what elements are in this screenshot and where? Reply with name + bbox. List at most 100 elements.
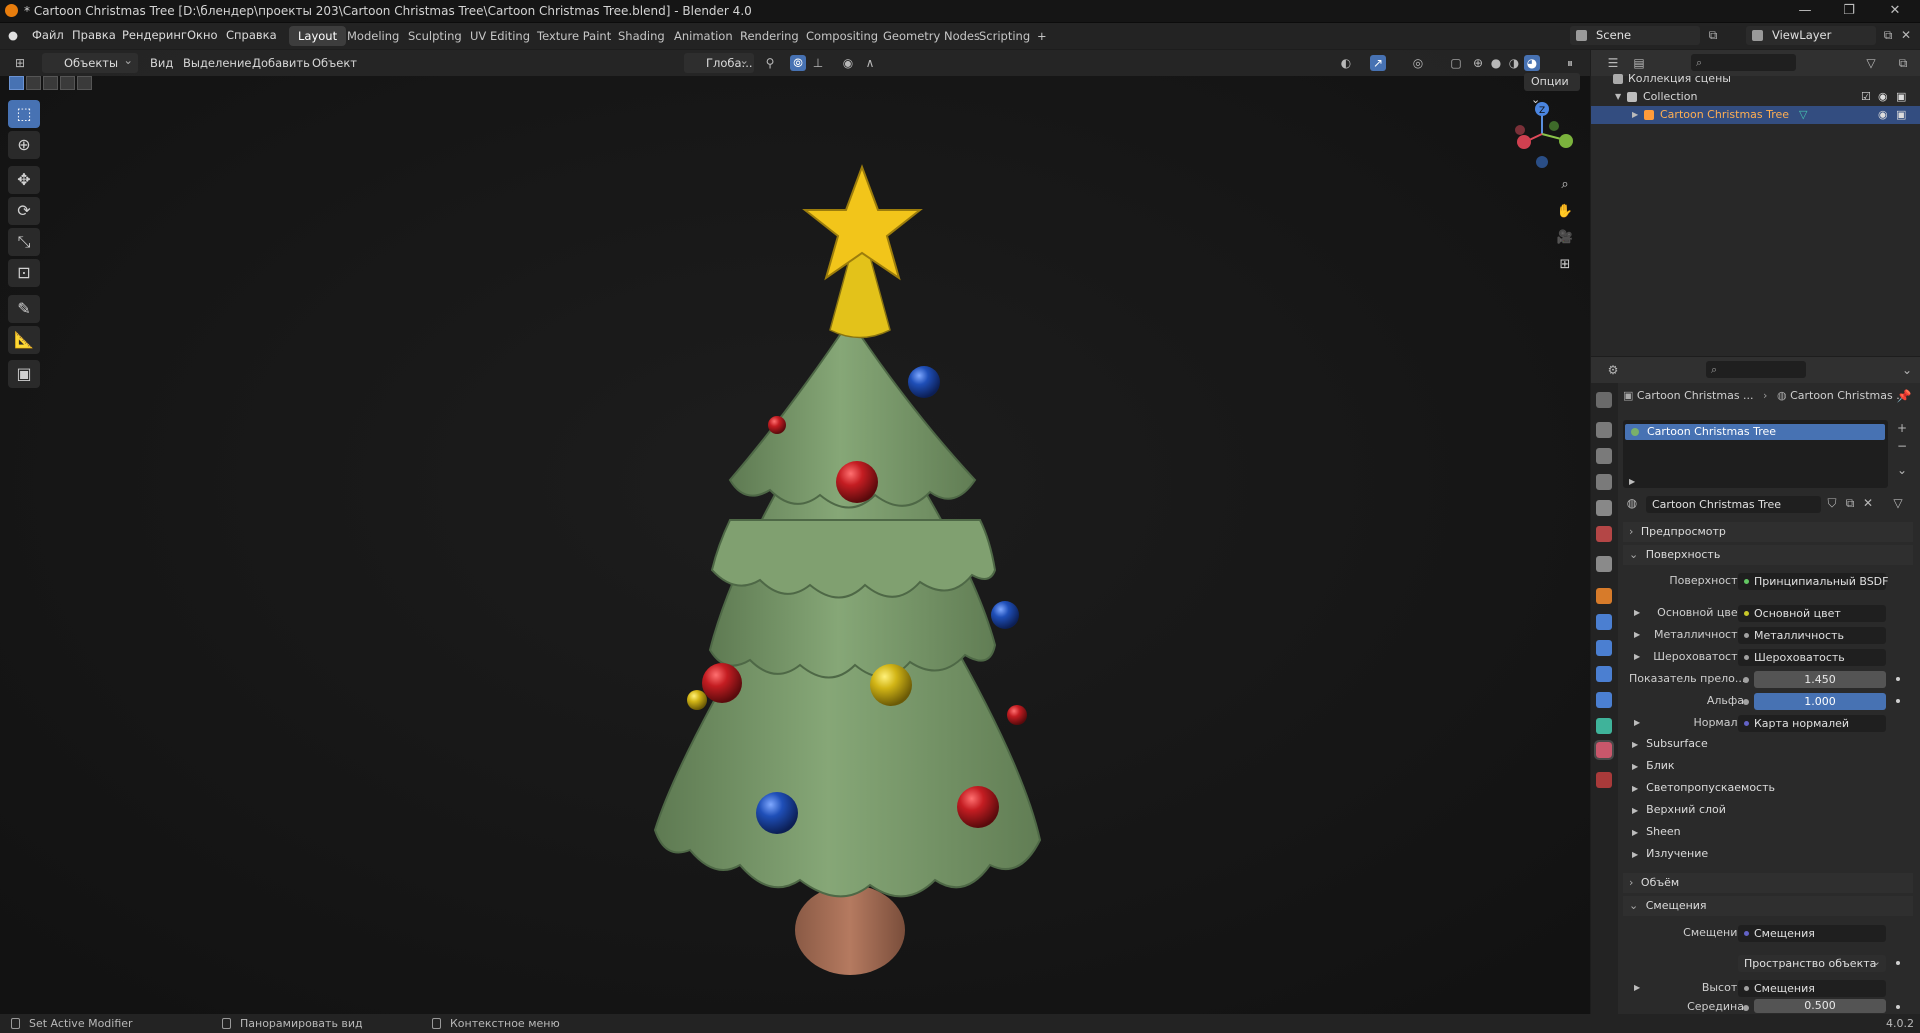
base-color-field[interactable]: Основной цвет bbox=[1738, 605, 1886, 622]
displacement-field[interactable]: Смещения bbox=[1738, 925, 1886, 942]
slot-specials-icon[interactable]: ⌄ bbox=[1894, 462, 1910, 478]
outliner-row-scene-collection[interactable]: Коллекция сцены bbox=[1591, 70, 1920, 88]
camera-view-icon[interactable]: 🎥 bbox=[1554, 227, 1576, 249]
midlevel-input[interactable]: 0.500 bbox=[1754, 999, 1886, 1013]
ior-input[interactable]: 1.450 bbox=[1754, 671, 1886, 688]
outliner-search-input[interactable]: ⌕ bbox=[1691, 54, 1796, 71]
roughness-field[interactable]: Шероховатость bbox=[1738, 649, 1886, 666]
remove-slot-icon[interactable]: − bbox=[1894, 438, 1910, 454]
render-camera-icon[interactable]: ▣ bbox=[1896, 106, 1906, 124]
options-dropdown[interactable]: Опции ⌄ bbox=[1524, 73, 1580, 106]
material-tab-icon[interactable] bbox=[1594, 740, 1614, 760]
snap-icon[interactable]: ⦾ bbox=[790, 55, 806, 71]
browse-material-icon[interactable]: ◍ bbox=[1624, 495, 1640, 511]
scale-icon[interactable]: ⤡ bbox=[8, 228, 40, 256]
add-cube-icon[interactable]: ▣ bbox=[8, 360, 40, 388]
collection-tab-icon[interactable] bbox=[1596, 556, 1612, 572]
wireframe-shading-icon[interactable]: ⊕ bbox=[1470, 55, 1486, 71]
render-tab-icon[interactable] bbox=[1596, 422, 1612, 438]
annotate-icon[interactable]: ✎ bbox=[8, 295, 40, 323]
subsection-sheen[interactable]: ▶ Sheen bbox=[1632, 822, 1920, 842]
output-tab-icon[interactable] bbox=[1596, 448, 1612, 464]
mode-dropdown[interactable]: Объекты bbox=[42, 50, 138, 73]
subsection-emission[interactable]: ▶ Излучение bbox=[1632, 844, 1920, 864]
exclude-checkbox[interactable]: ☑ bbox=[1861, 88, 1871, 106]
select-mode-extend-icon[interactable] bbox=[26, 76, 41, 90]
display-mode-icon[interactable]: ▤ bbox=[1631, 55, 1647, 71]
menu-file[interactable]: Файл bbox=[32, 28, 64, 42]
world-tab-icon[interactable] bbox=[1596, 526, 1612, 542]
particles-tab-icon[interactable] bbox=[1596, 640, 1612, 656]
proportional-edit-icon[interactable]: ◉ bbox=[840, 55, 856, 71]
tab-modeling[interactable]: Modeling bbox=[338, 26, 408, 46]
select-mode-difference-icon[interactable] bbox=[60, 76, 75, 90]
minimize-button[interactable]: — bbox=[1790, 2, 1820, 20]
mesh-data-icon[interactable]: ▽ bbox=[1799, 106, 1807, 124]
space-dropdown[interactable]: Пространство объекта ⌄ bbox=[1738, 955, 1886, 972]
select-mode-new-icon[interactable] bbox=[9, 76, 24, 90]
gizmo-toggle-icon[interactable]: ↗ bbox=[1370, 55, 1386, 71]
keyframe-dot-icon[interactable] bbox=[1896, 699, 1900, 703]
ortho-grid-icon[interactable]: ⊞ bbox=[1554, 254, 1576, 276]
material-shading-icon[interactable]: ◑ bbox=[1506, 55, 1522, 71]
menu-window[interactable]: Окно bbox=[187, 28, 218, 42]
pin-icon[interactable]: 📌 bbox=[1896, 388, 1912, 404]
view-layer-tab-icon[interactable] bbox=[1596, 474, 1612, 490]
rotate-icon[interactable]: ⟳ bbox=[8, 197, 40, 225]
expand-arrow-icon[interactable]: ▶ bbox=[1632, 106, 1638, 124]
height-field[interactable]: Смещения bbox=[1738, 980, 1886, 997]
properties-editor-icon[interactable]: ⚙ bbox=[1605, 362, 1621, 378]
menu-render[interactable]: Рендеринг bbox=[122, 28, 187, 42]
select-mode-subtract-icon[interactable] bbox=[43, 76, 58, 90]
visibility-icon[interactable]: ◐ bbox=[1338, 55, 1354, 71]
scene-selector[interactable]: Scene bbox=[1570, 26, 1700, 45]
fake-user-shield-icon[interactable]: ⛉ bbox=[1824, 495, 1840, 511]
keyframe-dot-icon[interactable] bbox=[1896, 1005, 1900, 1009]
xray-icon[interactable]: ▢ bbox=[1448, 55, 1464, 71]
snap-target-icon[interactable]: ⊥ bbox=[810, 55, 826, 71]
tool-tab-icon[interactable] bbox=[1596, 392, 1612, 408]
menu-help[interactable]: Справка bbox=[226, 28, 277, 42]
section-preview[interactable]: › Предпросмотр bbox=[1623, 522, 1913, 542]
tab-shading[interactable]: Shading bbox=[609, 26, 674, 46]
tab-sculpting[interactable]: Sculpting bbox=[399, 26, 471, 46]
metallic-field[interactable]: Металличность bbox=[1738, 627, 1886, 644]
normal-field[interactable]: Карта нормалей bbox=[1738, 715, 1886, 732]
properties-search-input[interactable]: ⌕ bbox=[1706, 361, 1806, 378]
subsection-subsurface[interactable]: ▶ Subsurface bbox=[1632, 734, 1920, 754]
select-box-icon[interactable]: ⬚ bbox=[8, 100, 40, 128]
subsection-specular[interactable]: ▶ Блик bbox=[1632, 756, 1920, 776]
outliner-editor-icon[interactable]: ☰ bbox=[1605, 55, 1621, 71]
menu-edit[interactable]: Правка bbox=[72, 28, 116, 42]
keyframe-dot-icon[interactable] bbox=[1896, 961, 1900, 965]
overlays-icon[interactable]: ◎ bbox=[1410, 55, 1426, 71]
move-icon[interactable]: ✥ bbox=[8, 166, 40, 194]
mesh-data-tab-icon[interactable] bbox=[1596, 718, 1612, 734]
tab-texture-paint[interactable]: Texture Paint bbox=[528, 26, 620, 46]
alpha-slider[interactable]: 1.000 bbox=[1754, 693, 1886, 710]
subsection-transmission[interactable]: ▶ Светопропускаемость bbox=[1632, 778, 1920, 798]
menu-select[interactable]: Выделение bbox=[183, 56, 252, 70]
zoom-icon[interactable]: ⌕ bbox=[1554, 174, 1576, 196]
object-tab-icon[interactable] bbox=[1596, 588, 1612, 604]
remove-view-layer-icon[interactable]: ✕ bbox=[1898, 27, 1914, 43]
menu-view[interactable]: Вид bbox=[150, 56, 173, 70]
duplicate-material-icon[interactable]: ⧉ bbox=[1842, 495, 1858, 511]
surface-shader-field[interactable]: Принципиальный BSDF bbox=[1738, 573, 1888, 590]
solid-shading-icon[interactable]: ● bbox=[1488, 55, 1504, 71]
visibility-eye-icon[interactable]: ◉ bbox=[1878, 106, 1888, 124]
section-surface[interactable]: ⌄ Поверхность bbox=[1623, 545, 1913, 565]
falloff-icon[interactable]: ∧ bbox=[862, 55, 878, 71]
add-slot-icon[interactable]: + bbox=[1894, 420, 1910, 436]
blender-menu-icon[interactable]: ● bbox=[8, 28, 18, 42]
new-scene-icon[interactable]: ⧉ bbox=[1705, 27, 1721, 43]
add-workspace-button[interactable]: + bbox=[1028, 26, 1056, 46]
view-layer-selector[interactable]: ViewLayer bbox=[1746, 26, 1876, 45]
filter-icon[interactable]: ▽ bbox=[1863, 55, 1879, 71]
rendered-shading-icon[interactable]: ◕ bbox=[1524, 55, 1540, 71]
transform-orientation-dropdown[interactable]: Глоба... bbox=[684, 50, 754, 73]
unlink-material-icon[interactable]: ✕ bbox=[1860, 495, 1876, 511]
scene-tab-icon[interactable] bbox=[1596, 500, 1612, 516]
cursor-icon[interactable]: ⊕ bbox=[8, 131, 40, 159]
outliner-row-collection[interactable]: ▼ Collection ☑ ◉ ▣ bbox=[1591, 88, 1920, 106]
